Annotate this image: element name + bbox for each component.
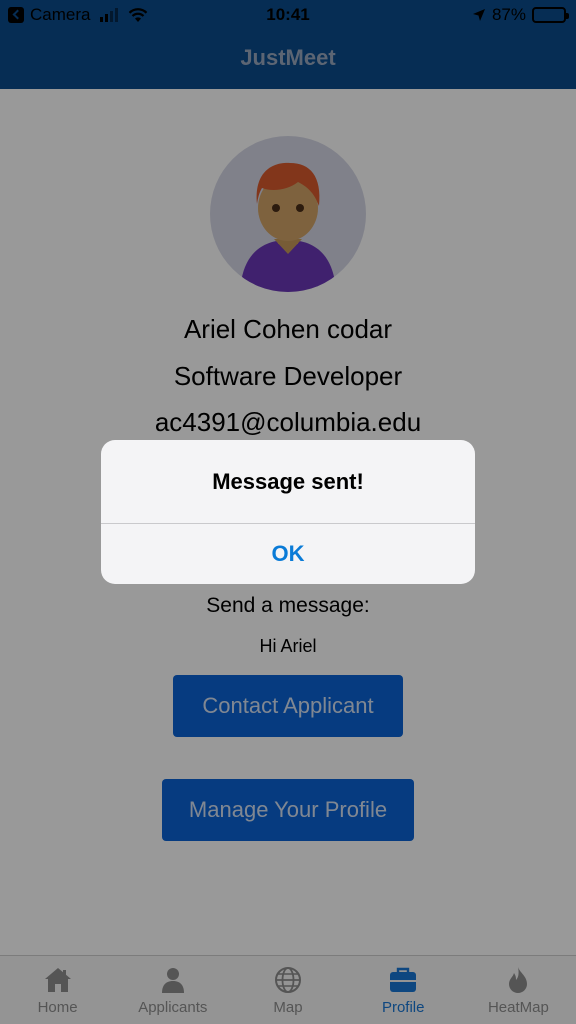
alert-ok-button[interactable]: OK — [101, 524, 475, 584]
alert-dialog: Message sent! OK — [101, 440, 475, 584]
alert-title: Message sent! — [212, 469, 364, 494]
